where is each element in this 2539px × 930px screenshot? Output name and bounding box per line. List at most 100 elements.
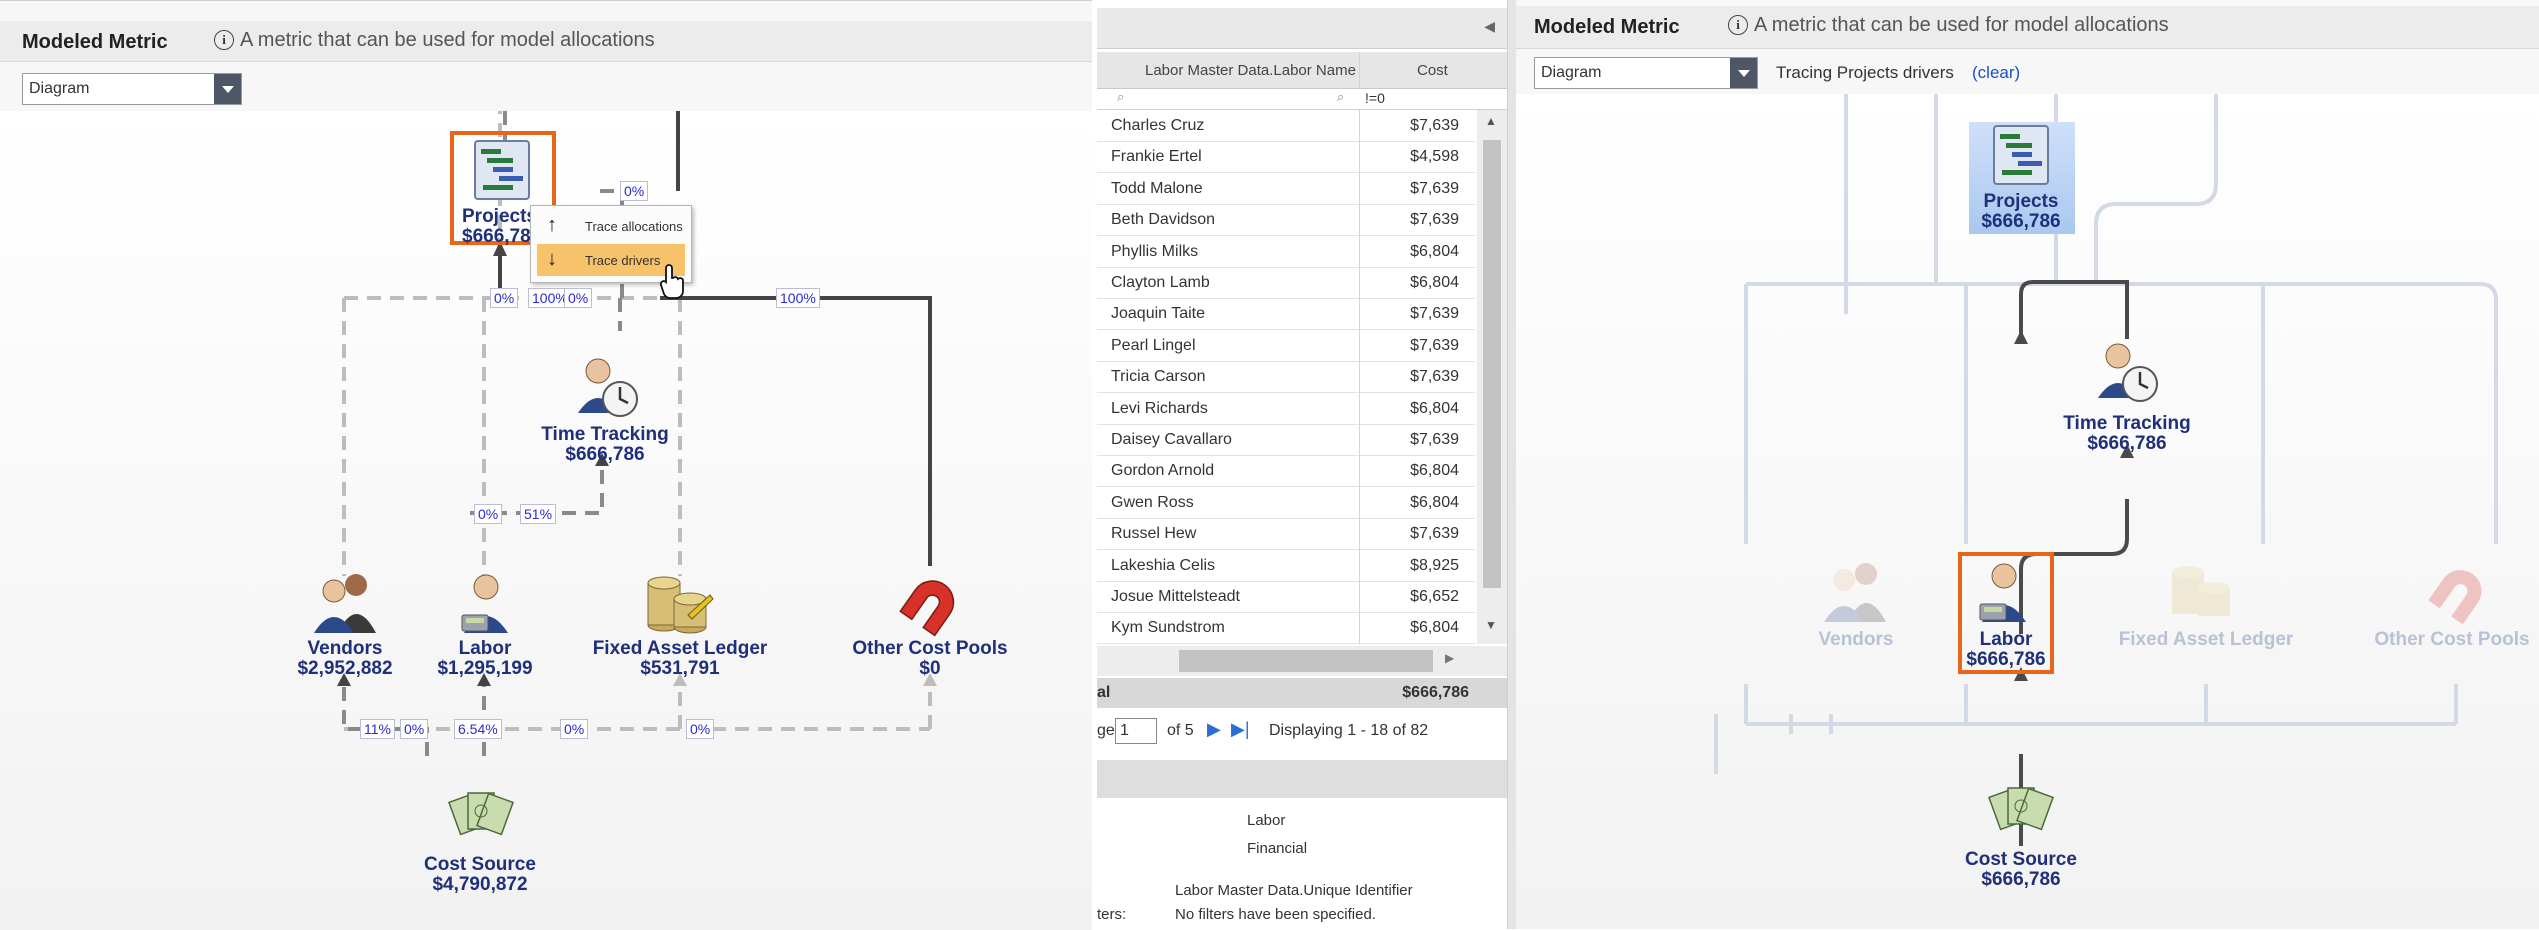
labor-name-cell: Kym Sundstrom (1111, 619, 1225, 637)
trace-allocations-item[interactable]: ↑ Trace allocations (533, 210, 687, 242)
gantt-chart-icon (474, 140, 530, 200)
time-tracking-value: $666,786 (2087, 433, 2167, 454)
grid-header: Labor Master Data.Labor Name Cost (1097, 52, 1507, 89)
next-page-icon[interactable]: ▶ (1207, 719, 1221, 740)
grid-top-bar: ◀ (1097, 8, 1507, 49)
filters-value: No filters have been specified. (1175, 906, 1376, 923)
scroll-down-icon[interactable]: ▼ (1485, 618, 1497, 632)
table-row[interactable]: Lakeshia Celis $8,925 (1097, 550, 1475, 582)
vendors-icon (1824, 563, 1886, 622)
vendors-node[interactable]: Vendors $2,952,882 (280, 639, 410, 679)
fixed-asset-ledger-node[interactable]: Fixed Asset Ledger $531,791 (580, 639, 780, 679)
table-row[interactable]: Gordon Arnold $6,804 (1097, 455, 1475, 488)
scroll-thumb[interactable] (1483, 140, 1501, 588)
cost-cell: $7,639 (1410, 336, 1459, 354)
col-header-cost[interactable]: Cost (1417, 62, 1448, 79)
time-tracking-icon (578, 358, 638, 417)
table-row[interactable]: Daisey Cavallaro $7,639 (1097, 424, 1475, 456)
arrow-up-icon: ↑ (547, 214, 557, 236)
table-row[interactable]: Phyllis Milks $6,804 (1097, 236, 1475, 268)
grid-total-row: al $666,786 (1097, 678, 1507, 708)
fixed-asset-ledger-node[interactable]: Fixed Asset Ledger (2106, 630, 2306, 650)
pct-label: 0% (474, 504, 503, 524)
table-row[interactable]: Frankie Ertel $4,598 (1097, 141, 1475, 174)
table-row[interactable]: Todd Malone $7,639 (1097, 173, 1475, 205)
page-of-text: of 5 (1167, 722, 1194, 739)
table-row[interactable]: Levi Richards $6,804 (1097, 393, 1475, 425)
chevron-down-icon[interactable] (1730, 58, 1757, 88)
filters-label: ters: (1097, 906, 1127, 923)
left-view-select[interactable]: Diagram (22, 73, 242, 105)
magnet-icon (2428, 570, 2482, 625)
other-cost-pools-node[interactable]: Other Cost Pools (2368, 630, 2536, 650)
labor-name-cell: Phyllis Milks (1111, 242, 1199, 260)
labor-name-cell: Gordon Arnold (1111, 462, 1215, 480)
table-row[interactable]: Gwen Ross $6,804 (1097, 487, 1475, 519)
time-tracking-node[interactable]: Time Tracking $666,786 (2052, 414, 2202, 454)
labor-name-cell: Joaquin Taite (1111, 305, 1205, 323)
vertical-scrollbar[interactable]: ▲ ▼ (1477, 110, 1507, 644)
table-row[interactable]: Josue Mittelsteadt $6,652 (1097, 581, 1475, 613)
table-row[interactable]: Clayton Lamb $6,804 (1097, 267, 1475, 299)
cost-source-node[interactable]: Cost Source $4,790,872 (410, 855, 550, 895)
cost-cell: $6,804 (1410, 493, 1459, 511)
cost-cell: $7,639 (1410, 211, 1459, 229)
left-diagram-canvas: Projects $666,786 ↑ Trace allocations ↓ … (0, 111, 1092, 930)
col-header-labor-name[interactable]: Labor Master Data.Labor Name (1145, 62, 1356, 79)
search-icon[interactable]: ⌕ (1337, 89, 1344, 105)
labor-value: $1,295,199 (437, 658, 533, 679)
table-row[interactable]: Kym Sundstrom $6,804 (1097, 612, 1475, 645)
time-tracking-label: Time Tracking (541, 424, 669, 445)
table-row[interactable]: Charles Cruz $7,639 (1097, 110, 1475, 142)
total-label: al (1097, 684, 1111, 701)
fixed-asset-ledger-label: Fixed Asset Ledger (2118, 629, 2294, 650)
col-divider (1359, 110, 1360, 644)
last-page-icon[interactable]: ▶| (1231, 719, 1250, 740)
cost-cell: $8,925 (1410, 556, 1459, 574)
total-value: $666,786 (1402, 684, 1469, 701)
horizontal-scrollbar[interactable]: ▶ (1097, 646, 1507, 676)
cost-filter-input[interactable]: !=0 (1365, 90, 1385, 106)
labor-name-cell: Levi Richards (1111, 399, 1208, 417)
other-cost-pools-label: Other Cost Pools (852, 638, 1008, 659)
labor-value: $666,786 (1966, 649, 2046, 670)
collapse-left-icon[interactable]: ◀ (1484, 18, 1495, 35)
other-cost-pools-node[interactable]: Other Cost Pools $0 (840, 639, 1020, 679)
fixed-asset-ledger-icon (2172, 566, 2230, 616)
labor-name-cell: Gwen Ross (1111, 493, 1194, 511)
chevron-down-icon[interactable] (214, 74, 241, 104)
scroll-up-icon[interactable]: ▲ (1485, 114, 1497, 128)
labor-name-cell: Pearl Lingel (1111, 336, 1196, 354)
vendors-node[interactable]: Vendors (1796, 630, 1916, 650)
time-tracking-value: $666,786 (565, 444, 645, 465)
money-icon (1988, 787, 2054, 831)
cost-source-node[interactable]: Cost Source $666,786 (1951, 850, 2091, 890)
table-row[interactable]: Pearl Lingel $7,639 (1097, 330, 1475, 362)
left-view-select-value: Diagram (29, 80, 90, 97)
magnet-icon (899, 580, 955, 637)
table-row[interactable]: Beth Davidson $7,639 (1097, 204, 1475, 237)
time-tracking-node[interactable]: Time Tracking $666,786 (530, 425, 680, 465)
table-row[interactable]: Russel Hew $7,639 (1097, 518, 1475, 551)
table-row[interactable]: Tricia Carson $7,639 (1097, 361, 1475, 394)
cost-cell: $7,639 (1410, 525, 1459, 543)
right-title: Modeled Metric (1534, 16, 1680, 38)
clear-tracing-link[interactable]: (clear) (1972, 63, 2020, 83)
labor-icon (461, 574, 508, 633)
labor-node[interactable]: Labor $666,786 (1956, 630, 2056, 670)
h-scroll-thumb[interactable] (1179, 650, 1433, 672)
right-view-select[interactable]: Diagram (1534, 57, 1758, 89)
cost-cell: $6,804 (1410, 619, 1459, 637)
time-tracking-icon (2098, 343, 2158, 402)
search-icon[interactable]: ⌕ (1117, 89, 1124, 105)
projects-node[interactable]: Projects $666,786 (1956, 192, 2086, 232)
page-number-input[interactable]: 1 (1115, 718, 1157, 744)
info-icon: i (214, 30, 234, 50)
cost-cell: $6,804 (1410, 242, 1459, 260)
right-view-select-value: Diagram (1541, 64, 1602, 81)
table-row[interactable]: Joaquin Taite $7,639 (1097, 298, 1475, 331)
labor-node[interactable]: Labor $1,295,199 (420, 639, 550, 679)
vendors-label: Vendors (1818, 629, 1894, 650)
cost-cell: $7,639 (1410, 179, 1459, 197)
scroll-right-icon[interactable]: ▶ (1445, 651, 1454, 665)
